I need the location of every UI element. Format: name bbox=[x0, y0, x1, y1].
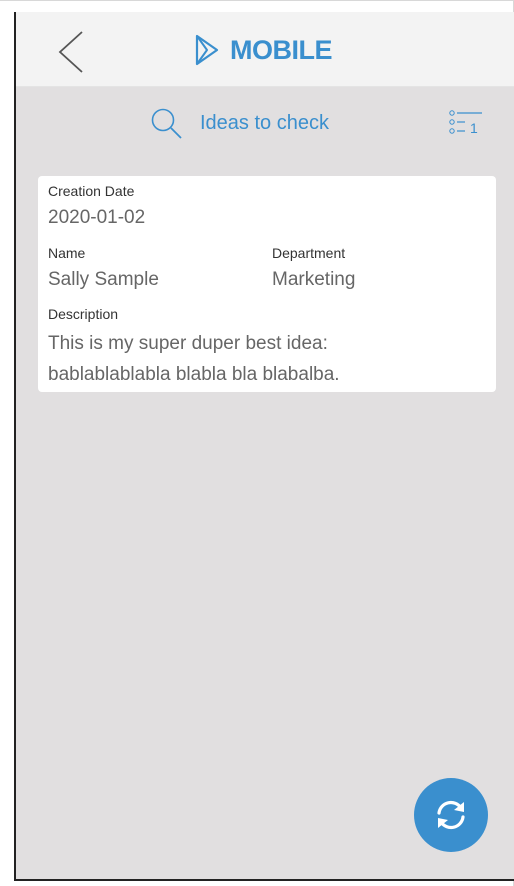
filter-count: 1 bbox=[470, 120, 478, 136]
refresh-button[interactable] bbox=[414, 778, 488, 852]
description-label: Description bbox=[48, 306, 119, 322]
creation-date-value: 2020-01-02 bbox=[48, 207, 146, 228]
description-line: This is my super duper best idea: bbox=[48, 333, 328, 354]
app-screen: MOBILE Ideas to check 1 Creation Date 20… bbox=[14, 12, 514, 881]
search-label[interactable]: Ideas to check bbox=[200, 112, 329, 135]
filter-list-icon[interactable]: 1 bbox=[448, 109, 484, 139]
chevron-left-icon bbox=[58, 31, 83, 73]
description-line: bablablablabla blabla bla blabalba. bbox=[48, 364, 340, 385]
refresh-icon bbox=[437, 800, 465, 830]
play-triangle-logo-icon bbox=[195, 34, 219, 66]
search-icon[interactable] bbox=[150, 107, 184, 141]
search-bar: Ideas to check 1 bbox=[16, 107, 514, 143]
creation-date-label: Creation Date bbox=[48, 183, 135, 199]
name-label: Name bbox=[48, 245, 86, 261]
back-button[interactable] bbox=[56, 30, 86, 74]
app-header: MOBILE bbox=[16, 12, 514, 87]
department-label: Department bbox=[272, 245, 346, 261]
brand-title: MOBILE bbox=[230, 34, 333, 65]
name-value: Sally Sample bbox=[48, 269, 159, 290]
department-value: Marketing bbox=[272, 269, 356, 290]
brand: MOBILE bbox=[194, 34, 333, 66]
description-value: This is my super duper best idea: bablab… bbox=[48, 328, 488, 390]
idea-card[interactable]: Creation Date 2020-01-02 Name Sally Samp… bbox=[38, 176, 496, 392]
